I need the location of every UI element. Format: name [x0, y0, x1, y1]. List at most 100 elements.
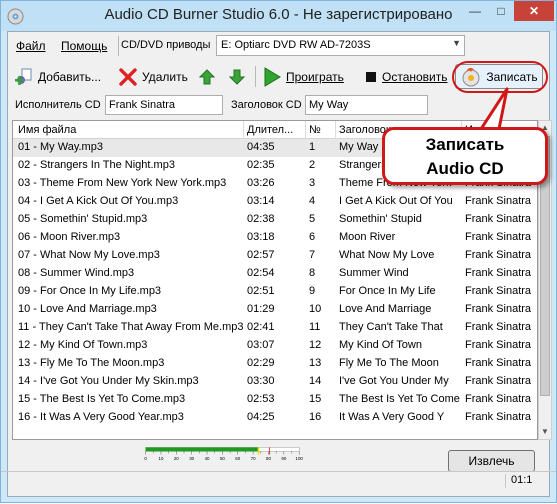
- menu-file[interactable]: Файл: [16, 39, 46, 53]
- table-cell: 07 - What Now My Love.mp3: [18, 249, 160, 261]
- play-button[interactable]: Проиграть: [262, 64, 344, 89]
- table-cell: Love And Marriage: [339, 303, 432, 315]
- eject-button[interactable]: Извлечь: [448, 450, 535, 472]
- table-cell: 9: [309, 285, 316, 297]
- table-cell: My Kind Of Town: [339, 339, 422, 351]
- toolbar-divider: [255, 66, 256, 87]
- column-divider[interactable]: [335, 121, 336, 139]
- column-divider[interactable]: [305, 121, 306, 139]
- artist-input[interactable]: Frank Sinatra: [105, 95, 223, 115]
- drive-label: CD/DVD приводы: [121, 39, 211, 51]
- table-cell: 7: [309, 249, 316, 261]
- artist-label: Исполнитель CD: [15, 99, 101, 111]
- minimize-button[interactable]: —: [462, 1, 488, 21]
- table-row[interactable]: 15 - The Best Is Yet To Come.mp3 02:53 15 T…: [13, 391, 537, 409]
- table-cell: 02:51: [247, 285, 275, 297]
- client-area: Файл Помощь CD/DVD приводы E: Optiarc DV…: [7, 31, 552, 497]
- status-bar: 01:1: [1, 471, 556, 489]
- title-bar[interactable]: Audio CD Burner Studio 6.0 - Не зарегист…: [1, 1, 556, 31]
- add-button[interactable]: Добавить...: [14, 64, 101, 89]
- table-cell: For Once In My Life: [339, 285, 436, 297]
- delete-button-label: Удалить: [142, 69, 188, 84]
- table-cell: 03:07: [247, 339, 275, 351]
- table-cell: 02:29: [247, 357, 275, 369]
- table-cell: Frank Sinatra: [465, 285, 532, 297]
- table-cell: I've Got You Under My: [339, 375, 449, 387]
- table-row[interactable]: 10 - Love And Marriage.mp3 01:29 10 Love An…: [13, 301, 537, 319]
- table-row[interactable]: 07 - What Now My Love.mp3 02:57 7 What Now …: [13, 247, 537, 265]
- menu-help[interactable]: Помощь: [61, 39, 107, 53]
- table-row[interactable]: 06 - Moon River.mp3 03:18 6 Moon River Frank…: [13, 229, 537, 247]
- table-cell: 02:35: [247, 159, 275, 171]
- stop-button[interactable]: Остановить: [364, 64, 448, 89]
- add-files-icon: [15, 68, 32, 85]
- status-position: 01:1: [505, 474, 549, 488]
- column-divider[interactable]: [243, 121, 244, 139]
- callout-line-1: Записать: [425, 135, 505, 154]
- meter-tick-label: 70: [251, 456, 256, 461]
- meter-tick-label: 80: [266, 456, 271, 461]
- meter-tick-label: 40: [205, 456, 210, 461]
- table-cell: 1: [309, 141, 316, 153]
- table-cell: Frank Sinatra: [465, 321, 532, 333]
- table-cell: Fly Me To The Moon: [339, 357, 439, 369]
- title-input[interactable]: My Way: [305, 95, 428, 115]
- table-cell: 04:25: [247, 411, 275, 423]
- table-row[interactable]: 14 - I've Got You Under My Skin.mp3 03:30…: [13, 373, 537, 391]
- menu-divider: [118, 36, 119, 56]
- meter-tick-label: 60: [235, 456, 240, 461]
- stop-icon: [366, 71, 376, 82]
- table-row[interactable]: 04 - I Get A Kick Out Of You.mp3 03:14 4 I …: [13, 193, 537, 211]
- table-cell: 2: [309, 159, 316, 171]
- table-cell: Frank Sinatra: [465, 393, 532, 405]
- close-button[interactable]: ✕: [514, 1, 554, 21]
- table-row[interactable]: 12 - My Kind Of Town.mp3 03:07 12 My Kind O…: [13, 337, 537, 355]
- table-row[interactable]: 05 - Somethin' Stupid.mp3 02:38 5 Somethin'…: [13, 211, 537, 229]
- table-cell: I Get A Kick Out Of You: [339, 195, 453, 207]
- table-cell: 01 - My Way.mp3: [18, 141, 103, 153]
- table-cell: 03:18: [247, 231, 275, 243]
- table-cell: It Was A Very Good Y: [339, 411, 445, 423]
- scroll-down-arrow-icon[interactable]: ▼: [539, 425, 551, 439]
- arrow-up-icon: [199, 68, 215, 84]
- app-window: Audio CD Burner Studio 6.0 - Не зарегист…: [0, 0, 557, 503]
- table-cell: 05 - Somethin' Stupid.mp3: [18, 213, 148, 225]
- table-cell: Frank Sinatra: [465, 339, 532, 351]
- table-cell: 04 - I Get A Kick Out Of You.mp3: [18, 195, 179, 207]
- delete-button[interactable]: Удалить: [118, 64, 188, 89]
- table-cell: 5: [309, 213, 316, 225]
- table-cell: They Can't Take That: [339, 321, 443, 333]
- col-header-file[interactable]: Имя файла: [18, 124, 76, 136]
- table-row[interactable]: 08 - Summer Wind.mp3 02:54 8 Summer Wind Fra…: [13, 265, 537, 283]
- table-cell: 3: [309, 177, 316, 189]
- table-cell: 02:41: [247, 321, 275, 333]
- arrow-down-icon: [229, 69, 245, 85]
- table-cell: 02:38: [247, 213, 275, 225]
- table-cell: Frank Sinatra: [465, 357, 532, 369]
- table-cell: 14 - I've Got You Under My Skin.mp3: [18, 375, 199, 387]
- meter-tick-label: 10: [159, 456, 164, 461]
- meter-tick-label: 0: [144, 456, 147, 461]
- table-cell: 11 - They Can't Take That Away From Me.m…: [18, 321, 243, 333]
- table-cell: Frank Sinatra: [465, 231, 532, 243]
- col-header-duration[interactable]: Длител...: [247, 124, 305, 136]
- table-row[interactable]: 09 - For Once In My Life.mp3 02:51 9 For On…: [13, 283, 537, 301]
- table-row[interactable]: 11 - They Can't Take That Away From Me.m…: [13, 319, 537, 337]
- move-down-button[interactable]: [229, 64, 249, 89]
- table-cell: Frank Sinatra: [465, 375, 532, 387]
- table-row[interactable]: 16 - It Was A Very Good Year.mp3 04:25 16 I…: [13, 409, 537, 427]
- burn-highlight-ring: [452, 61, 548, 93]
- table-cell: 10 - Love And Marriage.mp3: [18, 303, 157, 315]
- col-header-number[interactable]: №: [309, 124, 321, 136]
- table-cell: The Best Is Yet To Come: [339, 393, 460, 405]
- table-cell: 10: [309, 303, 322, 315]
- table-cell: Summer Wind: [339, 267, 409, 279]
- move-up-button[interactable]: [199, 64, 219, 89]
- table-cell: 6: [309, 231, 316, 243]
- title-label: Заголовок CD: [231, 99, 302, 111]
- table-cell: 12 - My Kind Of Town.mp3: [18, 339, 148, 351]
- play-icon: [264, 66, 281, 87]
- table-row[interactable]: 13 - Fly Me To The Moon.mp3 02:29 13 Fly Me…: [13, 355, 537, 373]
- drive-select[interactable]: E: Optiarc DVD RW AD-7203S ▼: [216, 35, 465, 56]
- maximize-button[interactable]: □: [488, 1, 514, 21]
